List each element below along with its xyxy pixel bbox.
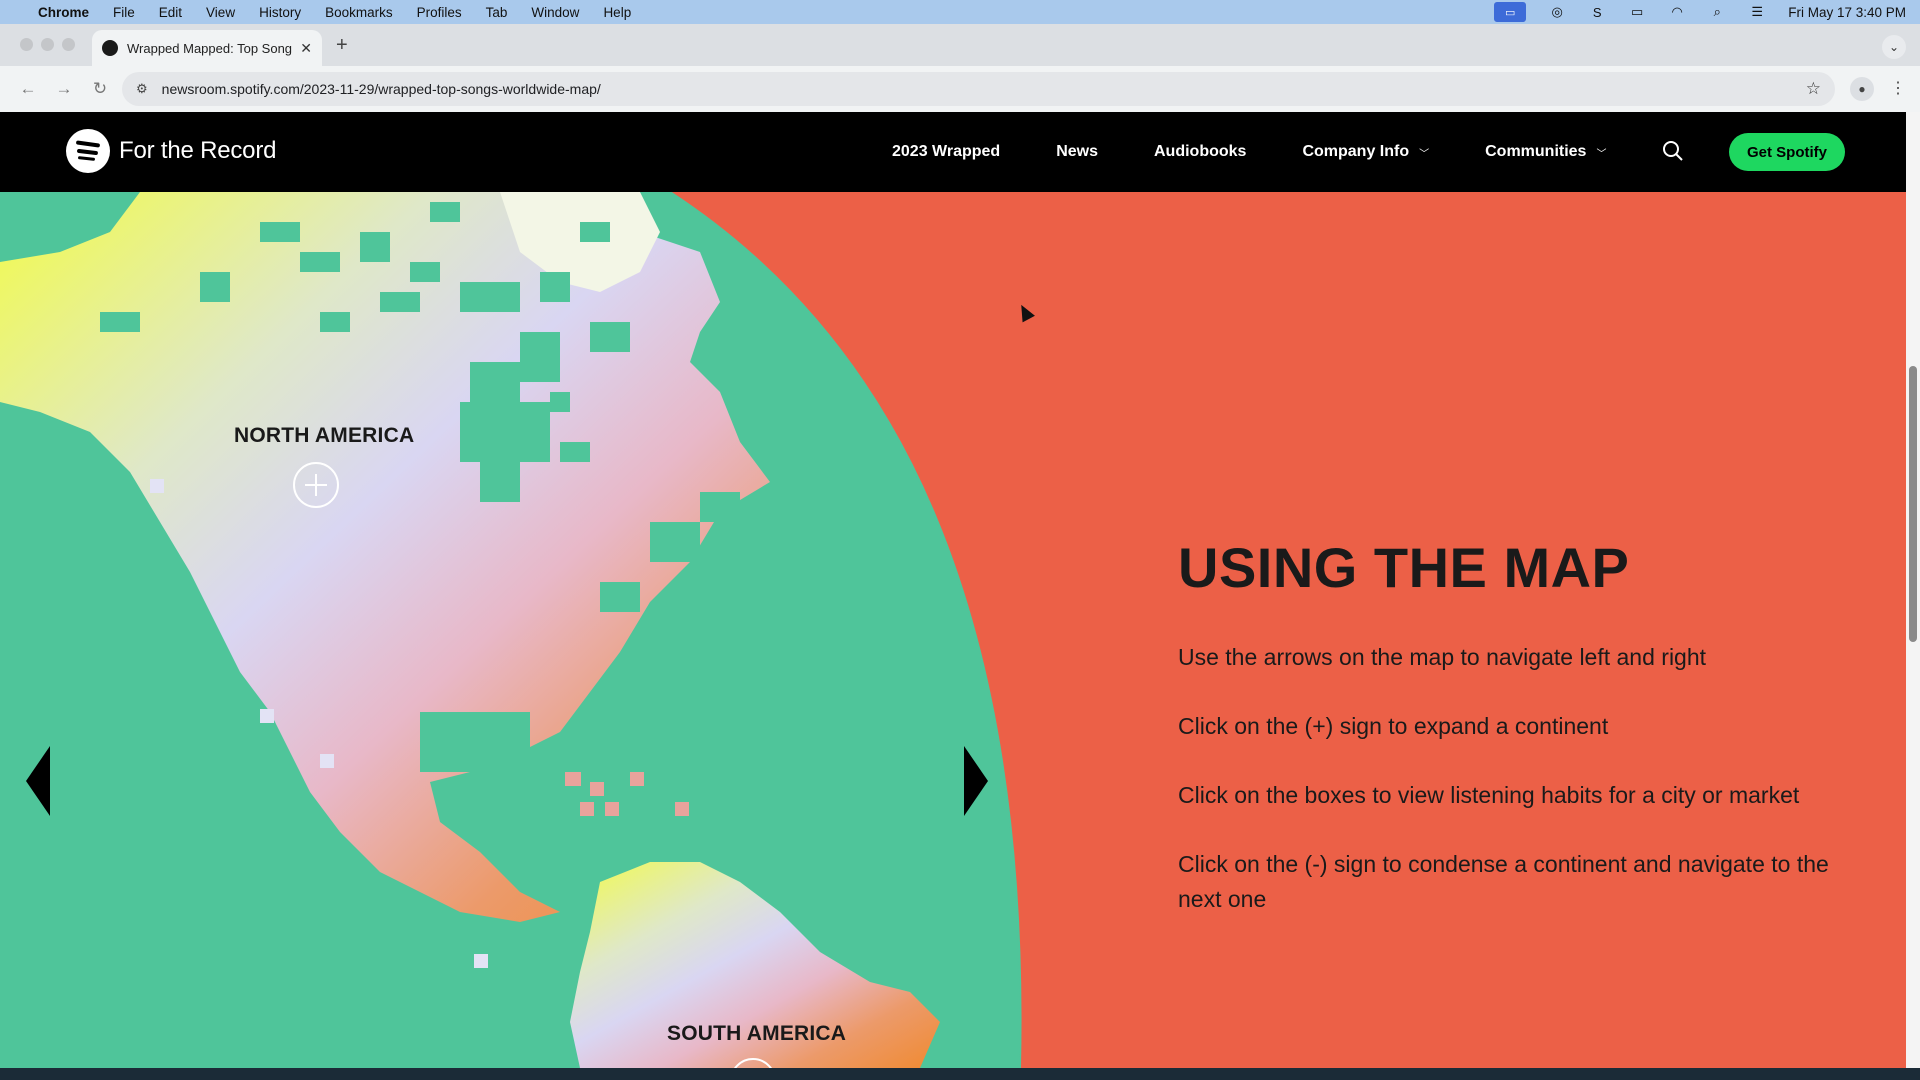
wifi-icon[interactable]: ◠ [1668,4,1686,19]
nav-label: Communities [1485,143,1587,160]
macos-menu-bar: Chrome File Edit View History Bookmarks … [0,0,1920,24]
nav-label: Company Info [1302,143,1410,160]
bookmark-star-icon[interactable]: ☆ [1806,79,1821,99]
menu-help[interactable]: Help [603,5,631,20]
instruction-item: Click on the (-) sign to condense a cont… [1178,851,1829,912]
tab-title: Wrapped Mapped: Top Songs [127,40,293,56]
address-bar[interactable]: ⚙ newsroom.spotify.com/2023-11-29/wrappe… [122,72,1835,106]
menu-bookmarks[interactable]: Bookmarks [325,5,393,20]
instructions-heading: USING THE MAP [1178,536,1630,599]
zoom-window-icon[interactable] [62,38,75,51]
scrollbar-thumb[interactable] [1909,366,1917,642]
page-scrollbar[interactable] [1906,112,1920,1068]
spotify-logo-icon [66,129,110,173]
main-nav: 2023 Wrapped News Audiobooks Company Inf… [892,112,1662,192]
nav-item-company-info[interactable]: Company Info ﹀ [1302,143,1429,161]
new-tab-icon[interactable]: + [336,34,348,57]
instruction-item: Click on the (+) sign to expand a contin… [1178,713,1609,739]
menu-tab[interactable]: Tab [486,5,508,20]
spotify-favicon-icon [102,40,118,56]
menu-profiles[interactable]: Profiles [417,5,462,20]
nav-item-communities[interactable]: Communities ﹀ [1485,143,1606,161]
profile-avatar-icon[interactable]: ● [1850,77,1874,101]
reload-icon[interactable]: ↻ [86,79,114,99]
get-spotify-button[interactable]: Get Spotify [1729,133,1845,171]
menu-view[interactable]: View [206,5,235,20]
nav-item-audiobooks[interactable]: Audiobooks [1154,143,1246,161]
map-section: NORTH AMERICA SOUTH AMERICA USING THE MA… [0,192,1906,1068]
chrome-menu-icon[interactable]: ⋮ [1890,78,1906,98]
menubar-clock[interactable]: Fri May 17 3:40 PM [1788,5,1906,20]
site-logo[interactable]: For the Record [66,129,276,173]
nav-label: 2023 Wrapped [892,143,1001,160]
instruction-item: Use the arrows on the map to navigate le… [1178,644,1707,670]
app-s-icon[interactable]: S [1588,5,1606,20]
logo-text: For the Record [119,137,277,164]
menu-history[interactable]: History [259,5,301,20]
instruction-item: Click on the boxes to view listening hab… [1178,782,1800,808]
battery-icon[interactable]: ▭ [1628,4,1646,19]
nav-item-2023-wrapped[interactable]: 2023 Wrapped [892,143,1000,161]
menu-app-name[interactable]: Chrome [38,5,89,20]
spotlight-search-icon[interactable]: ⌕ [1708,4,1726,19]
nav-label: News [1056,143,1098,160]
nav-label: Audiobooks [1154,143,1247,160]
close-tab-icon[interactable]: ✕ [300,40,312,57]
minimize-window-icon[interactable] [41,38,54,51]
browser-tab-active[interactable]: Wrapped Mapped: Top Songs ✕ [92,30,322,66]
close-window-icon[interactable] [20,38,33,51]
map-instructions: USING THE MAP Use the arrows on the map … [1178,540,1878,951]
continent-label-south-america[interactable]: SOUTH AMERICA [667,1022,846,1046]
map-next-arrow-icon[interactable] [964,746,988,816]
site-header: For the Record 2023 Wrapped News Audiobo… [0,112,1906,192]
chevron-down-icon: ﹀ [1419,148,1430,160]
chevron-down-icon: ﹀ [1596,148,1607,160]
forward-arrow-icon[interactable]: → [50,79,78,99]
browser-tab-strip: Wrapped Mapped: Top Songs ✕ + ⌄ [0,24,1920,66]
grammarly-icon[interactable]: ◎ [1548,4,1566,19]
url-text[interactable]: newsroom.spotify.com/2023-11-29/wrapped-… [162,81,601,97]
back-arrow-icon[interactable]: ← [14,79,42,99]
tab-search-chevron-icon[interactable]: ⌄ [1882,35,1906,59]
site-info-icon[interactable]: ⚙ [136,81,148,97]
map-prev-arrow-icon[interactable] [26,746,50,816]
expand-north-america-button[interactable] [293,462,339,508]
screen-share-icon[interactable]: ▭ [1494,2,1527,22]
menu-file[interactable]: File [113,5,135,20]
window-controls [20,38,75,51]
nav-item-news[interactable]: News [1056,143,1098,161]
browser-toolbar: ← → ↻ ⚙ newsroom.spotify.com/2023-11-29/… [0,66,1920,112]
menu-edit[interactable]: Edit [159,5,182,20]
menu-window[interactable]: Window [531,5,579,20]
control-center-icon[interactable]: ☰ [1748,4,1766,19]
desktop-background-strip [0,1068,1920,1080]
continent-label-north-america[interactable]: NORTH AMERICA [234,424,414,448]
search-icon[interactable] [1662,140,1684,162]
